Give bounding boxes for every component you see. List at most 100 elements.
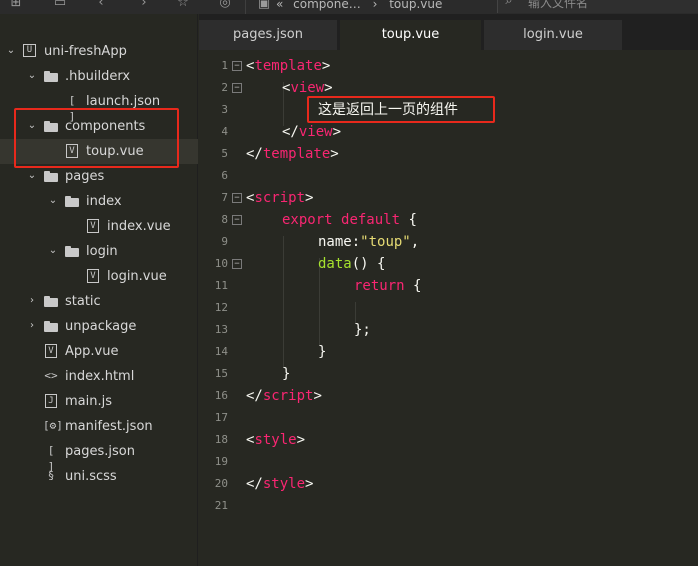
chevron-down-icon[interactable]: ⌄ <box>48 195 58 207</box>
tree-item-login-vue[interactable]: V login.vue <box>0 264 198 289</box>
code-text: <style> <box>246 432 306 448</box>
chevron-down-icon[interactable]: ⌄ <box>27 170 37 182</box>
vue-file-icon: V <box>85 218 101 234</box>
code-line: 16 </script> <box>199 385 698 407</box>
code-line: 6 <box>199 165 698 187</box>
line-number: 8 <box>221 213 228 226</box>
fold-icon[interactable]: − <box>232 193 242 203</box>
vue-file-icon: V <box>85 268 101 284</box>
line-number: 21 <box>214 499 228 512</box>
code-line: 7 − <script> <box>199 187 698 209</box>
code-line: 15 } <box>199 363 698 385</box>
search-placeholder: 输入文件名 <box>528 0 589 10</box>
tab-pages-json[interactable]: pages.json <box>199 20 337 50</box>
highlight-box <box>14 108 179 168</box>
code-text: </view> <box>282 124 342 140</box>
code-line: 8 − export default { <box>199 209 698 231</box>
code-line: 9 name:"toup", <box>199 231 698 253</box>
save-icon[interactable]: ▭ <box>52 0 68 12</box>
run-icon[interactable]: ◎ <box>217 0 233 12</box>
tab-login-vue[interactable]: login.vue <box>484 20 622 50</box>
breadcrumb-folder[interactable]: compone… <box>293 0 361 11</box>
tree-item-label: pages.json <box>65 444 135 459</box>
folder-open-icon <box>64 193 80 209</box>
line-number: 17 <box>214 411 228 424</box>
line-number: 7 <box>221 191 228 204</box>
line-number: 3 <box>221 103 228 116</box>
code-line: 12 <box>199 297 698 319</box>
tree-item-label: pages <box>65 169 105 184</box>
tree-item-label: manifest.json <box>65 419 153 434</box>
code-line: 14 } <box>199 341 698 363</box>
fold-icon[interactable]: − <box>232 61 242 71</box>
file-icon: ▣ <box>257 0 271 11</box>
tree-item-label: unpackage <box>65 319 137 334</box>
line-number: 18 <box>214 433 228 446</box>
breadcrumb[interactable]: « compone… › toup.vue <box>276 0 442 13</box>
fold-icon[interactable]: − <box>232 215 242 225</box>
file-search-input[interactable]: ⌕ 输入文件名 <box>497 0 698 13</box>
code-text: data() { <box>318 256 386 272</box>
tree-item-unpackage[interactable]: › unpackage <box>0 314 198 339</box>
code-line: 5 </template> <box>199 143 698 165</box>
star-icon[interactable]: ☆ <box>175 0 191 12</box>
tree-item-index-vue[interactable]: V index.vue <box>0 214 198 239</box>
project-explorer: ⌄ U uni-freshApp ⌄ .hbuilderx [ ] launch… <box>0 14 198 566</box>
tree-item-label: .hbuilderx <box>65 69 131 84</box>
code-text: return { <box>354 278 422 294</box>
tree-item-label: static <box>65 294 101 309</box>
tree-item-manifest-json[interactable]: [⚙] manifest.json <box>0 414 198 439</box>
code-line: 19 <box>199 451 698 473</box>
code-text: name:"toup", <box>318 234 420 250</box>
code-line: 11 return { <box>199 275 698 297</box>
fold-icon[interactable]: − <box>232 83 242 93</box>
line-number: 11 <box>214 279 228 292</box>
tree-item-label: uni-freshApp <box>44 44 127 59</box>
tree-item-index[interactable]: ⌄ index <box>0 189 198 214</box>
tree-item-label: index.vue <box>107 219 171 234</box>
tree-item-index-html[interactable]: <> index.html <box>0 364 198 389</box>
new-file-icon[interactable]: ⊞ <box>8 0 24 12</box>
tree-item-app-vue[interactable]: V App.vue <box>0 339 198 364</box>
chevron-right-icon[interactable]: › <box>27 295 37 307</box>
tree-item-main-js[interactable]: J main.js <box>0 389 198 414</box>
code-text: } <box>282 366 291 382</box>
json-file-icon: [ ] <box>68 94 76 123</box>
chevron-right-icon[interactable]: › <box>27 320 37 332</box>
line-number: 9 <box>221 235 228 248</box>
tree-item-hbuilderx[interactable]: ⌄ .hbuilderx <box>0 64 198 89</box>
code-line: 21 <box>199 495 698 517</box>
folder-icon <box>43 293 59 309</box>
fold-icon[interactable]: − <box>232 259 242 269</box>
chevron-down-icon[interactable]: ⌄ <box>6 45 16 57</box>
breadcrumb-prefix: « <box>276 0 284 11</box>
code-text: } <box>318 344 327 360</box>
chevron-down-icon[interactable]: ⌄ <box>27 70 37 82</box>
forward-arrow-icon[interactable]: › <box>136 0 152 12</box>
scss-file-icon: § <box>47 469 55 482</box>
tree-item-label: login.vue <box>107 269 167 284</box>
code-line: 13 }; <box>199 319 698 341</box>
editor-tab-bar: pages.json toup.vue login.vue <box>199 14 698 50</box>
tree-item-static[interactable]: › static <box>0 289 198 314</box>
tree-item-uni-scss[interactable]: § uni.scss <box>0 464 198 489</box>
tab-toup-vue[interactable]: toup.vue <box>340 20 481 50</box>
tree-item-login[interactable]: ⌄ login <box>0 239 198 264</box>
tree-item-label: index <box>86 194 122 209</box>
code-text: }; <box>354 322 371 338</box>
tree-item-label: index.html <box>65 369 135 384</box>
code-text: </style> <box>246 476 314 492</box>
line-number: 2 <box>221 81 228 94</box>
back-arrow-icon[interactable]: ‹ <box>93 0 109 12</box>
code-editor[interactable]: 1 − <template> 2 − <view> 3 这是返回上一页的组件 4… <box>199 50 698 566</box>
line-number: 1 <box>221 59 228 72</box>
tree-item-label: login <box>86 244 118 259</box>
tree-item-uni-freshApp[interactable]: ⌄ U uni-freshApp <box>0 39 198 64</box>
code-line: 1 − <template> <box>199 55 698 77</box>
breadcrumb-file[interactable]: toup.vue <box>389 0 442 11</box>
tree-item-label: uni.scss <box>65 469 117 484</box>
chevron-down-icon[interactable]: ⌄ <box>48 245 58 257</box>
tree-item-pages-json[interactable]: [ ] pages.json <box>0 439 198 473</box>
code-text: <script> <box>246 190 314 206</box>
code-text: export default { <box>282 212 417 228</box>
